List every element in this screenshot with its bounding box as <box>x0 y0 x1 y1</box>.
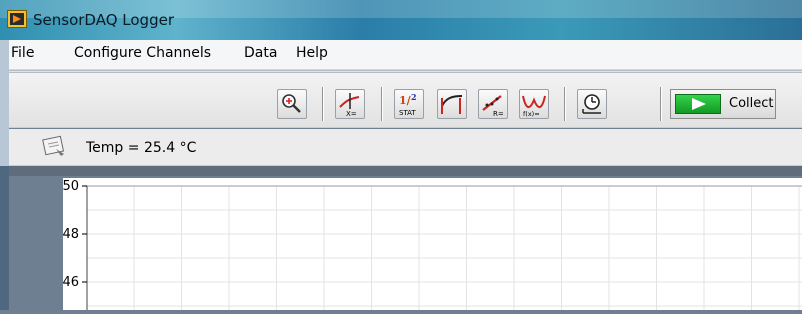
menu-help[interactable]: Help <box>296 45 328 61</box>
linear-fit-button[interactable]: R= <box>478 89 508 119</box>
integral-icon <box>441 95 463 114</box>
toolbar-separator <box>322 87 323 121</box>
zoom-in-icon <box>282 94 301 113</box>
menu-file[interactable]: File <box>11 45 34 61</box>
window-title: SensorDAQ Logger <box>33 11 174 29</box>
window-left-border-lower <box>0 166 9 310</box>
collect-start-indicator <box>675 94 721 114</box>
graph-top-strip <box>9 166 802 176</box>
temperature-readout: Temp = 25.4 °C <box>86 140 197 156</box>
collect-label: Collect <box>729 96 774 111</box>
y-tick-label: 48 <box>63 227 79 242</box>
toolbar-separator <box>381 87 382 121</box>
menu-configure-channels[interactable]: Configure Channels <box>74 45 211 61</box>
title-bar[interactable]: SensorDAQ Logger <box>0 0 802 40</box>
curve-fit-icon: f(x)= <box>522 95 546 118</box>
integral-button[interactable] <box>437 89 467 119</box>
toolbar: X= 1/ 2 STAT R= f(x)= Collect <box>9 70 802 128</box>
data-collection-settings-button[interactable] <box>577 89 607 119</box>
menu-data[interactable]: Data <box>244 45 277 61</box>
play-icon <box>692 98 706 110</box>
statistics-icon: 1/ 2 STAT <box>399 92 417 117</box>
y-tick-label: 50 <box>63 179 79 194</box>
svg-text:1/: 1/ <box>399 94 412 107</box>
temperature-graph: 50 48 46 <box>62 179 802 310</box>
sensor-readout-bar: Temp = 25.4 °C <box>9 129 802 166</box>
menu-bar: File Configure Channels Data Help <box>9 40 802 70</box>
linear-fit-caption: R= <box>493 110 504 118</box>
toolbar-separator <box>564 87 565 121</box>
sensor-icon[interactable] <box>42 135 66 157</box>
toolbar-separator <box>660 87 661 121</box>
examine-icon: X= <box>339 93 360 118</box>
examine-caption: X= <box>346 110 357 118</box>
app-icon <box>7 10 27 28</box>
graph-panel[interactable]: 50 48 46 <box>62 178 802 310</box>
examine-button[interactable]: X= <box>335 89 365 119</box>
zoom-in-button[interactable] <box>277 89 307 119</box>
collect-button[interactable]: Collect <box>670 89 776 119</box>
linear-fit-icon: R= <box>482 95 504 118</box>
curve-fit-caption: f(x)= <box>523 110 540 118</box>
data-collection-settings-icon <box>582 94 601 114</box>
statistics-caption: STAT <box>399 109 416 117</box>
curve-fit-button[interactable]: f(x)= <box>519 89 549 119</box>
statistics-button[interactable]: 1/ 2 STAT <box>394 89 424 119</box>
svg-text:2: 2 <box>411 92 417 102</box>
y-tick-label: 46 <box>63 275 79 290</box>
